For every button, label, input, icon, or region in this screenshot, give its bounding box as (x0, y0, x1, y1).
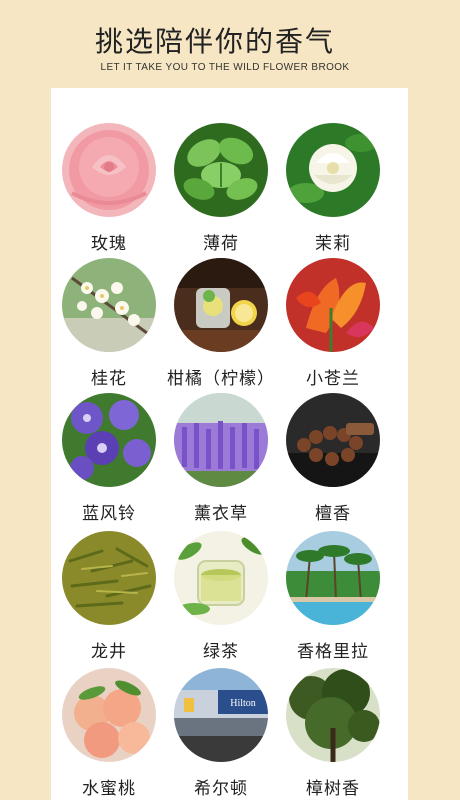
lavender-image (174, 393, 268, 487)
scent-item-camphor[interactable]: 樟树香 (273, 668, 393, 799)
scent-item-mint[interactable]: 薄荷 (161, 123, 281, 254)
sandalwood-beads-image (286, 393, 380, 487)
scent-item-longjing[interactable]: 龙井 (49, 531, 169, 662)
green-tea-image (174, 531, 268, 625)
scent-label: 水蜜桃 (82, 779, 136, 799)
scent-label: 龙井 (91, 642, 127, 662)
jasmine-image (286, 123, 380, 217)
scent-label: 玫瑰 (91, 234, 127, 254)
scent-item-jasmine[interactable]: 茉莉 (273, 123, 393, 254)
header: 挑选陪伴你的香气 LET IT TAKE YOU TO THE WILD FLO… (0, 0, 460, 88)
scent-label: 香格里拉 (297, 642, 369, 662)
scent-item-sandalwood[interactable]: 檀香 (273, 393, 393, 524)
scent-item-green-tea[interactable]: 绿茶 (161, 531, 281, 662)
osmanthus-image (62, 258, 156, 352)
scent-item-bluebell[interactable]: 蓝风铃 (49, 393, 169, 524)
scent-item-hilton[interactable]: Hilton 希尔顿 (161, 668, 281, 799)
scent-item-osmanthus[interactable]: 桂花 (49, 258, 169, 389)
longjing-tea-image (62, 531, 156, 625)
scent-item-peach[interactable]: 水蜜桃 (49, 668, 169, 799)
scent-item-citrus[interactable]: 柑橘（柠檬） (161, 258, 281, 389)
scent-item-rose[interactable]: 玫瑰 (49, 123, 169, 254)
scent-label: 希尔顿 (194, 779, 248, 799)
scent-label: 小苍兰 (306, 369, 360, 389)
scent-item-lavender[interactable]: 薰衣草 (161, 393, 281, 524)
scent-item-shangri-la[interactable]: 香格里拉 (273, 531, 393, 662)
freesia-image (286, 258, 380, 352)
scent-label: 蓝风铃 (82, 504, 136, 524)
scent-item-freesia[interactable]: 小苍兰 (273, 258, 393, 389)
rose-image (62, 123, 156, 217)
scent-label: 薄荷 (203, 234, 239, 254)
scent-label: 绿茶 (203, 642, 239, 662)
scent-label: 桂花 (91, 369, 127, 389)
citrus-lemon-image (174, 258, 268, 352)
scent-grid-panel: 玫瑰 薄荷 茉莉 桂花 柑橘（柠檬） 小苍兰 蓝风铃 薰衣草 檀香 龙井 绿茶 … (51, 88, 408, 800)
scent-label: 茉莉 (315, 234, 351, 254)
mint-image (174, 123, 268, 217)
scent-label: 薰衣草 (194, 504, 248, 524)
bluebell-image (62, 393, 156, 487)
page-subtitle: LET IT TAKE YOU TO THE WILD FLOWER BROOK (100, 62, 350, 73)
scent-label: 樟树香 (306, 779, 360, 799)
shangri-la-resort-image (286, 531, 380, 625)
page-title: 挑选陪伴你的香气 (94, 25, 335, 58)
camphor-tree-image (286, 668, 380, 762)
peach-image (62, 668, 156, 762)
scent-label: 檀香 (315, 504, 351, 524)
hilton-hotel-image: Hilton (174, 668, 268, 762)
svg-text:Hilton: Hilton (230, 698, 256, 709)
scent-label: 柑橘（柠檬） (167, 369, 275, 389)
